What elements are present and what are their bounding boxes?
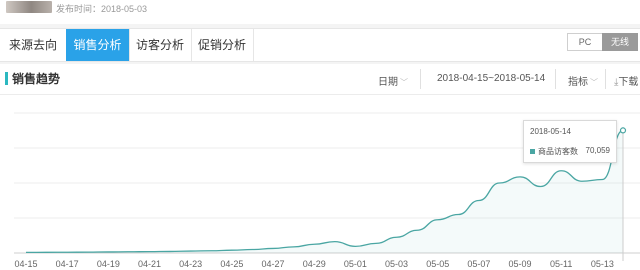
pc-toggle-button[interactable]: PC xyxy=(567,33,603,51)
chevron-down-icon: ﹀ xyxy=(590,78,598,87)
x-tick-label: 05-13 xyxy=(591,259,614,269)
x-tick-label: 04-17 xyxy=(56,259,79,269)
tab-sales-analysis[interactable]: 销售分析 xyxy=(66,29,130,61)
publish-date: 发布时间：2018-05-03 xyxy=(56,4,148,14)
divider xyxy=(555,69,556,89)
x-tick-label: 04-15 xyxy=(14,259,37,269)
divider xyxy=(420,69,421,89)
x-tick-label: 04-25 xyxy=(220,259,243,269)
x-tick-label: 04-23 xyxy=(179,259,202,269)
x-tick-label: 05-03 xyxy=(385,259,408,269)
analysis-tabs: 来源去向 销售分析 访客分析 促销分析 xyxy=(0,28,640,62)
x-tick-label: 05-05 xyxy=(426,259,449,269)
legend-square-icon xyxy=(530,149,535,154)
top-info-bar: 发布时间：2018-05-03 xyxy=(0,0,640,24)
x-tick-label: 05-07 xyxy=(467,259,490,269)
x-tick-label: 04-27 xyxy=(262,259,285,269)
metric-dropdown[interactable]: 指标 ﹀ xyxy=(568,73,598,88)
tooltip-series-name: 商品访客数 xyxy=(538,147,578,156)
chevron-down-icon: ﹀ xyxy=(400,78,408,87)
metric-label: 指标 xyxy=(568,77,588,88)
date-dropdown[interactable]: 日期 ﹀ xyxy=(378,73,408,88)
section-accent-bar xyxy=(5,72,8,85)
x-tick-label: 04-29 xyxy=(303,259,326,269)
tooltip-date: 2018-05-14 xyxy=(530,127,571,136)
tab-visitor-analysis[interactable]: 访客分析 xyxy=(129,29,192,61)
x-tick-label: 05-11 xyxy=(550,259,572,269)
download-label: 下载 xyxy=(618,77,639,88)
x-tick-label: 04-21 xyxy=(138,259,161,269)
divider xyxy=(605,69,606,89)
x-tick-label: 05-01 xyxy=(344,259,367,269)
tab-promotion-analysis[interactable]: 促销分析 xyxy=(191,29,254,61)
avatar xyxy=(6,1,52,13)
tooltip-value: 70,059 xyxy=(585,146,610,155)
section-title: 销售趋势 xyxy=(12,72,61,86)
data-point-hover xyxy=(619,127,627,134)
download-button[interactable]: ⤓下载 xyxy=(614,73,638,88)
wireless-toggle-button[interactable]: 无线 xyxy=(602,33,638,51)
tab-source-destination[interactable]: 来源去向 xyxy=(0,29,67,61)
chart-tooltip: 2018-05-14 商品访客数 70,059 xyxy=(523,120,617,163)
date-label: 日期 xyxy=(378,77,398,88)
x-tick-label: 04-19 xyxy=(97,259,120,269)
date-range-picker[interactable]: 2018-04-15~2018-05-14 xyxy=(437,73,545,84)
x-tick-label: 05-09 xyxy=(509,259,532,269)
